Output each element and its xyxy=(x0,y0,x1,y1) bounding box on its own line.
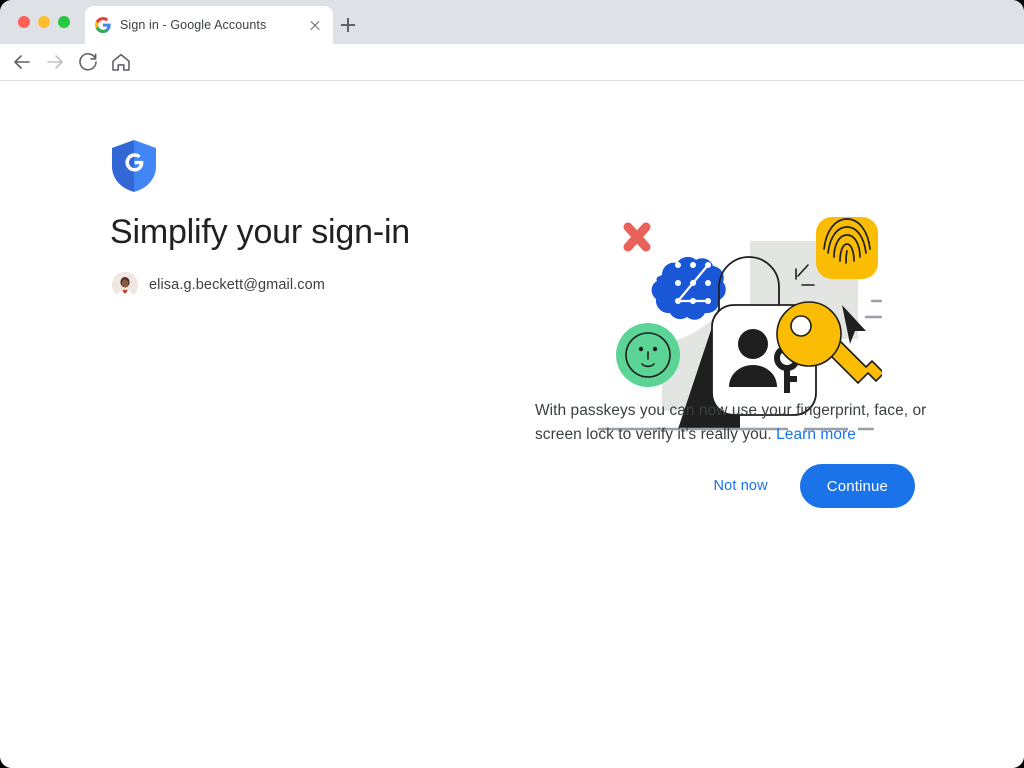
window-traffic-lights xyxy=(18,16,70,28)
home-icon xyxy=(109,50,133,74)
window-maximize-button[interactable] xyxy=(58,16,70,28)
home-button[interactable] xyxy=(109,50,133,74)
window-close-button[interactable] xyxy=(18,16,30,28)
tab-strip: Sign in - Google Accounts xyxy=(0,0,1024,44)
action-row: Not now Continue xyxy=(535,464,915,508)
browser-toolbar: https://accounts.google.com xyxy=(0,44,1024,81)
pattern-lock-shape xyxy=(652,257,726,320)
back-button[interactable] xyxy=(10,50,34,74)
face-unlock-shape xyxy=(616,323,680,387)
passkey-description: With passkeys you can now use your finge… xyxy=(535,399,935,447)
fingerprint-shape xyxy=(816,217,878,279)
tab-close-icon[interactable] xyxy=(307,17,323,33)
reload-button[interactable] xyxy=(76,50,100,74)
browser-tab-active[interactable]: Sign in - Google Accounts xyxy=(85,6,333,44)
google-shield-icon xyxy=(112,140,156,192)
account-row: elisa.g.beckett@gmail.com xyxy=(112,272,325,298)
description-text: With passkeys you can now use your finge… xyxy=(535,402,926,443)
forward-button[interactable] xyxy=(43,50,67,74)
learn-more-link[interactable]: Learn more xyxy=(776,426,856,443)
continue-button[interactable]: Continue xyxy=(800,464,915,508)
arrow-left-icon xyxy=(10,50,34,74)
page-content: Simplify your sign-in elisa.g.beckett@gm… xyxy=(0,81,1024,768)
arrow-right-icon xyxy=(43,50,67,74)
tab-title: Sign in - Google Accounts xyxy=(120,18,301,32)
avatar xyxy=(112,272,138,298)
page-title: Simplify your sign-in xyxy=(110,213,410,252)
window-minimize-button[interactable] xyxy=(38,16,50,28)
not-now-button[interactable]: Not now xyxy=(704,470,778,502)
new-tab-button[interactable] xyxy=(336,13,360,37)
red-cross-shape xyxy=(628,227,646,247)
user-photo-icon xyxy=(112,272,138,298)
google-g-icon xyxy=(95,17,111,33)
account-email: elisa.g.beckett@gmail.com xyxy=(149,277,325,293)
reload-icon xyxy=(76,50,100,74)
browser-window: Sign in - Google Accounts xyxy=(0,0,1024,768)
